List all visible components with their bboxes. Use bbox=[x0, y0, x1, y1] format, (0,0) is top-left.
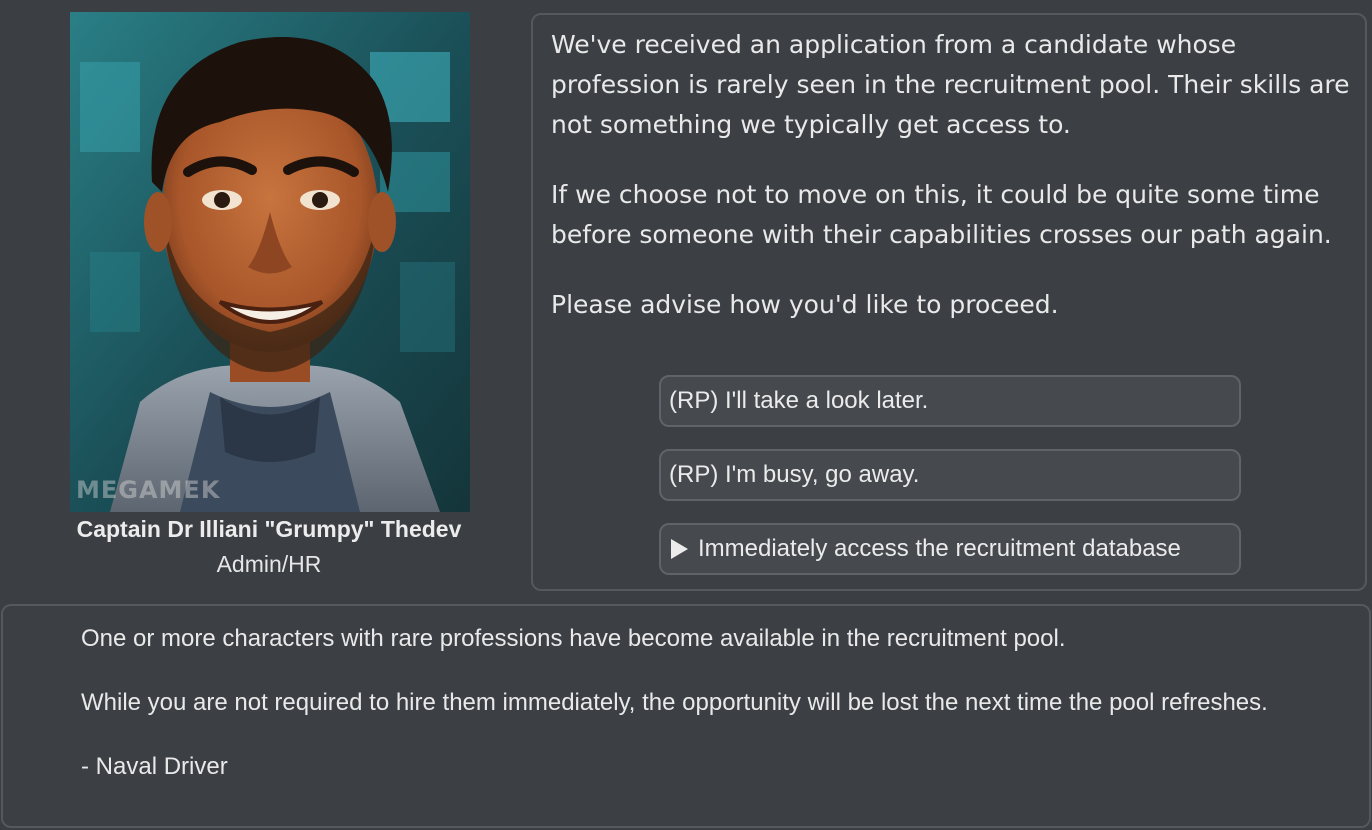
speaker-portrait: MEGAMEK bbox=[70, 12, 470, 512]
choice-label: (RP) I'm busy, go away. bbox=[669, 461, 920, 488]
event-dialog-window: MEGAMEK Captain Dr Illiani "Grumpy" Thed… bbox=[0, 0, 1372, 830]
portrait-image: MEGAMEK bbox=[70, 12, 470, 512]
dialog-text: We've received an application from a can… bbox=[551, 25, 1361, 325]
speaker-name: Captain Dr Illiani "Grumpy" Thedev bbox=[76, 516, 462, 542]
speaker-role: Admin/HR bbox=[216, 551, 322, 577]
info-text: One or more characters with rare profess… bbox=[81, 622, 1341, 783]
dialog-paragraph: We've received an application from a can… bbox=[551, 30, 1350, 139]
dialog-panel: We've received an application from a can… bbox=[531, 13, 1367, 591]
speaker-area: MEGAMEK Captain Dr Illiani "Grumpy" Thed… bbox=[0, 0, 530, 600]
info-signature: - Naval Driver bbox=[81, 753, 228, 780]
choice-label: Immediately access the recruitment datab… bbox=[698, 535, 1181, 562]
info-panel: One or more characters with rare profess… bbox=[1, 604, 1371, 828]
info-paragraph: While you are not required to hire them … bbox=[81, 689, 1268, 716]
choice-go-away-button[interactable]: (RP) I'm busy, go away. bbox=[659, 449, 1241, 501]
choice-look-later-button[interactable]: (RP) I'll take a look later. bbox=[659, 375, 1241, 427]
dialog-paragraph: If we choose not to move on this, it cou… bbox=[551, 180, 1332, 249]
dialog-paragraph: Please advise how you'd like to proceed. bbox=[551, 290, 1059, 319]
info-paragraph: One or more characters with rare profess… bbox=[81, 625, 1066, 652]
choice-label: (RP) I'll take a look later. bbox=[669, 387, 929, 414]
watermark-text: MEGAMEK bbox=[76, 476, 221, 504]
choice-access-database-button[interactable]: Immediately access the recruitment datab… bbox=[659, 523, 1241, 575]
play-icon bbox=[671, 539, 688, 559]
